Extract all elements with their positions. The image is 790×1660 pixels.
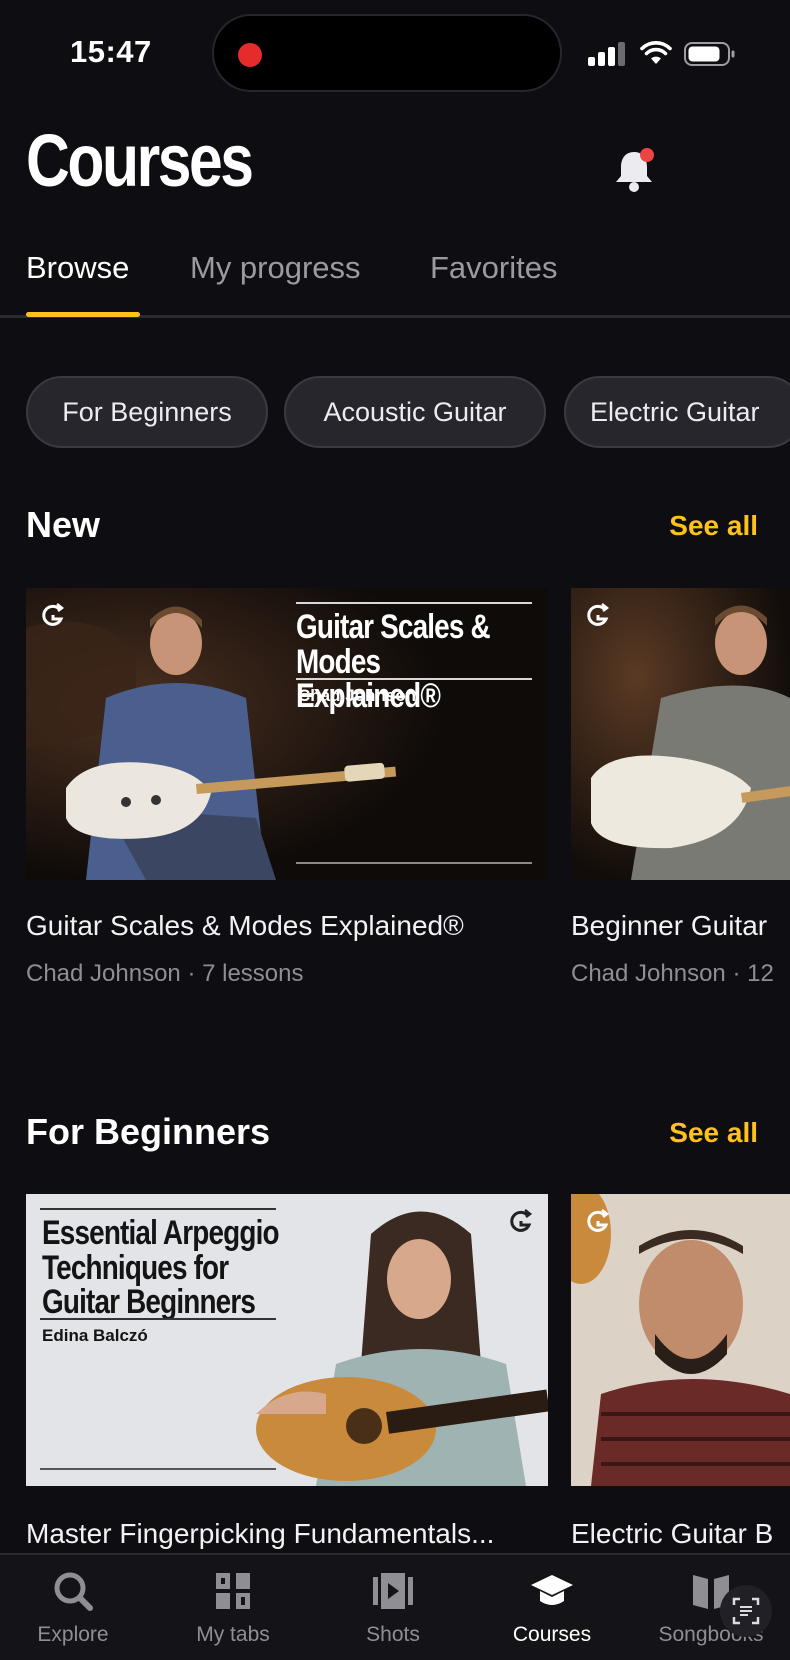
thumb-author: Chad Johnson bbox=[298, 686, 417, 705]
thumb-course-title: Essential Arpeggio Techniques for Guitar… bbox=[42, 1214, 280, 1322]
nav-my-tabs[interactable]: My tabs bbox=[158, 1555, 308, 1660]
section-title-new: New bbox=[26, 504, 101, 545]
course-thumbnail: Guitar Scales & Modes Explained® Chad Jo… bbox=[26, 588, 548, 880]
thumb-author: Edina Balczó bbox=[42, 1326, 148, 1345]
status-time: 15:47 bbox=[70, 34, 152, 69]
thumb-divider bbox=[40, 1208, 276, 1210]
brand-logo-icon bbox=[587, 603, 610, 626]
recording-indicator bbox=[238, 43, 262, 67]
see-all-beginners-link[interactable]: See all bbox=[669, 1117, 758, 1149]
course-thumbnail bbox=[571, 588, 790, 880]
see-all-new-link[interactable]: See all bbox=[669, 510, 758, 542]
chip-for-beginners[interactable]: For Beginners bbox=[26, 376, 268, 448]
tab-browse[interactable]: Browse bbox=[26, 250, 129, 286]
thumb-divider bbox=[296, 862, 532, 864]
tab-my-progress[interactable]: My progress bbox=[190, 250, 361, 286]
course-title: Beginner Guitar bbox=[571, 910, 768, 941]
brand-logo-icon bbox=[42, 603, 65, 626]
active-tab-indicator bbox=[26, 312, 140, 317]
instructor-photo bbox=[571, 588, 790, 880]
cellular-signal-icon bbox=[588, 42, 626, 66]
page-title: Courses bbox=[26, 119, 254, 202]
notifications-button[interactable] bbox=[610, 144, 660, 194]
search-icon bbox=[54, 1572, 93, 1611]
wifi-icon bbox=[640, 41, 672, 64]
brand-logo-icon bbox=[587, 1209, 610, 1232]
thumb-divider bbox=[296, 678, 532, 680]
course-thumbnail: Essential Arpeggio Techniques for Guitar… bbox=[26, 1194, 548, 1486]
notification-badge bbox=[640, 148, 654, 162]
scan-text-icon bbox=[732, 1597, 760, 1625]
status-bar: 15:47 bbox=[0, 0, 790, 110]
nav-label: Shots bbox=[366, 1623, 420, 1646]
nav-courses[interactable]: Courses bbox=[477, 1555, 627, 1660]
bottom-navigation: Explore My tabs Shots Courses Songbooks bbox=[0, 1553, 790, 1660]
chip-acoustic-guitar[interactable]: Acoustic Guitar bbox=[284, 376, 546, 448]
nav-label: Courses bbox=[512, 1623, 592, 1646]
course-thumbnail bbox=[571, 1194, 790, 1486]
tabs-grid-icon bbox=[216, 1573, 250, 1609]
nav-explore[interactable]: Explore bbox=[0, 1555, 148, 1660]
screen-scan-button[interactable] bbox=[720, 1585, 772, 1637]
graduation-cap-icon bbox=[531, 1575, 573, 1605]
course-meta: Chad Johnson · 7 lessons bbox=[26, 960, 304, 987]
tab-favorites[interactable]: Favorites bbox=[430, 250, 557, 286]
nav-label: Explore bbox=[37, 1623, 109, 1646]
brand-logo-icon bbox=[510, 1209, 533, 1232]
section-title-for-beginners: For Beginners bbox=[26, 1111, 271, 1152]
battery-icon bbox=[684, 42, 735, 66]
nav-shots[interactable]: Shots bbox=[318, 1555, 468, 1660]
thumb-divider bbox=[40, 1468, 276, 1470]
course-meta: Chad Johnson · 12 bbox=[571, 960, 774, 987]
instructor-photo bbox=[571, 1194, 790, 1486]
thumb-divider bbox=[296, 602, 532, 604]
thumb-divider bbox=[40, 1318, 276, 1320]
tab-bar: Browse My progress Favorites bbox=[0, 240, 790, 318]
course-title: Electric Guitar B bbox=[571, 1518, 774, 1549]
category-chips: For Beginners Acoustic Guitar Electric G… bbox=[26, 376, 790, 448]
dynamic-island bbox=[212, 14, 562, 92]
nav-label: My tabs bbox=[196, 1623, 270, 1646]
course-title: Guitar Scales & Modes Explained® bbox=[26, 910, 464, 941]
chip-electric-guitar[interactable]: Electric Guitar bbox=[564, 376, 790, 448]
status-icons bbox=[588, 38, 738, 68]
play-shots-icon bbox=[373, 1573, 413, 1609]
course-title: Master Fingerpicking Fundamentals... bbox=[26, 1518, 495, 1549]
